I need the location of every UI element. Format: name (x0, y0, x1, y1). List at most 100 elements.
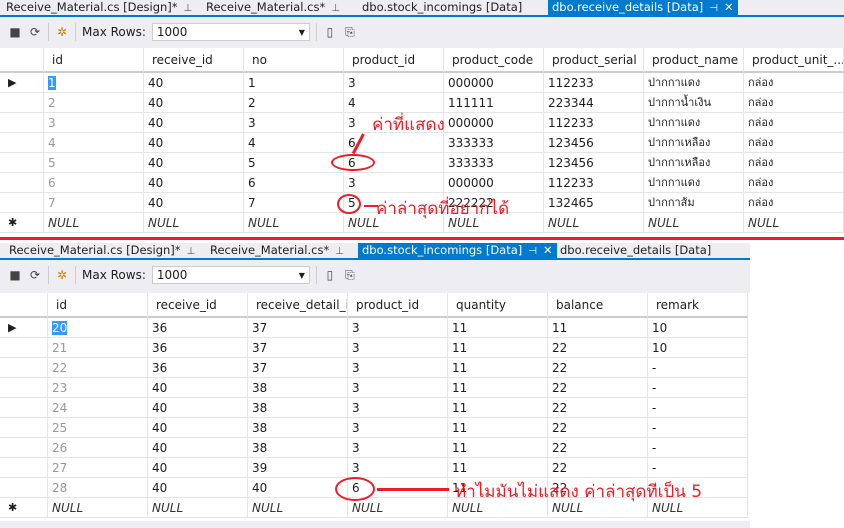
cell-product_name[interactable]: ปากกาส้ม (644, 193, 744, 213)
cell-remark[interactable]: 10 (648, 318, 748, 338)
cell-receive_id[interactable]: 40 (144, 153, 244, 173)
cell-id[interactable]: 2 (44, 93, 144, 113)
column-header-product_unit_[interactable]: product_unit_... (744, 48, 844, 73)
column-header-receive_id[interactable]: receive_id (148, 293, 248, 318)
cell-balance[interactable]: 22 (548, 358, 648, 378)
cell-id[interactable]: 23 (48, 378, 148, 398)
cell-product_serial[interactable]: 223344 (544, 93, 644, 113)
column-header-product_id[interactable]: product_id (348, 293, 448, 318)
cell-receive_detail_id[interactable]: NULL (248, 498, 348, 518)
cell-product_unit_[interactable]: กล่อง (744, 153, 844, 173)
cell-product_id[interactable]: 4 (344, 93, 444, 113)
cell-id[interactable]: 5 (44, 153, 144, 173)
cell-no[interactable]: 2 (244, 93, 344, 113)
cell-product_name[interactable]: ปากกาน้ำเงิน (644, 93, 744, 113)
cell-remark[interactable]: - (648, 398, 748, 418)
cell-receive_id[interactable]: 40 (144, 193, 244, 213)
cell-product_serial[interactable]: 112233 (544, 173, 644, 193)
cell-balance[interactable]: 22 (548, 458, 648, 478)
column-header-receive_detail_id[interactable]: receive_detail_id (248, 293, 348, 318)
cell-receive_id[interactable]: 40 (144, 133, 244, 153)
tab-receive-material-design[interactable]: Receive_Material.cs [Design]* ⊥ (5, 243, 199, 258)
cell-id[interactable]: 6 (44, 173, 144, 193)
cell-product_unit_[interactable]: กล่อง (744, 133, 844, 153)
cell-product_name[interactable]: ปากกาแดง (644, 113, 744, 133)
tab-stock-incomings[interactable]: dbo.stock_incomings [Data] ⊣ ✕ (358, 243, 557, 258)
cell-balance[interactable]: 22 (548, 438, 648, 458)
row-header-corner[interactable] (0, 293, 48, 318)
cell-quantity[interactable]: 11 (448, 358, 548, 378)
script-icon[interactable]: ▯ (323, 25, 337, 39)
execute-icon[interactable]: ✲ (55, 268, 69, 282)
cell-product_id[interactable]: 3 (348, 458, 448, 478)
cell-receive_detail_id[interactable]: 39 (248, 458, 348, 478)
tab-receive-material-cs[interactable]: Receive_Material.cs* ⊥ (206, 243, 348, 258)
cell-product_id[interactable]: 3 (348, 398, 448, 418)
cell-receive_id[interactable]: 36 (148, 318, 248, 338)
row-header-corner[interactable] (0, 48, 44, 73)
script-icon[interactable]: ▯ (323, 268, 337, 282)
cell-product_id[interactable]: 3 (348, 438, 448, 458)
pin-icon[interactable]: ⊥ (187, 246, 196, 257)
row-selector[interactable] (0, 338, 48, 358)
cell-product_name[interactable]: ปากกาเหลือง (644, 153, 744, 173)
cell-remark[interactable]: - (648, 458, 748, 478)
row-selector[interactable] (0, 173, 44, 193)
cell-product_code[interactable]: 000000 (444, 73, 544, 93)
close-icon[interactable]: ✕ (543, 243, 553, 257)
row-selector[interactable] (0, 478, 48, 498)
cell-product_unit_[interactable]: กล่อง (744, 113, 844, 133)
cell-product_serial[interactable]: 132465 (544, 193, 644, 213)
pin-icon[interactable]: ⊣ (709, 3, 718, 14)
cell-id[interactable]: 20 (48, 318, 148, 338)
cell-balance[interactable]: 22 (548, 338, 648, 358)
tab-stock-incomings[interactable]: dbo.stock_incomings [Data] (358, 0, 526, 15)
cell-receive_detail_id[interactable]: 37 (248, 338, 348, 358)
cell-product_code[interactable]: 333333 (444, 153, 544, 173)
cell-quantity[interactable]: 11 (448, 418, 548, 438)
cell-receive_id[interactable]: 40 (144, 113, 244, 133)
row-selector[interactable]: ▶ (0, 73, 44, 93)
row-selector[interactable] (0, 193, 44, 213)
cell-id[interactable]: 4 (44, 133, 144, 153)
stop-icon[interactable]: ■ (8, 25, 22, 39)
cell-balance[interactable]: 22 (548, 398, 648, 418)
cell-no[interactable]: 4 (244, 133, 344, 153)
column-header-quantity[interactable]: quantity (448, 293, 548, 318)
cell-product_id[interactable]: 3 (348, 418, 448, 438)
column-header-id[interactable]: id (44, 48, 144, 73)
cell-quantity[interactable]: 11 (448, 398, 548, 418)
cell-receive_id[interactable]: 40 (148, 418, 248, 438)
refresh-icon[interactable]: ⟳ (28, 25, 42, 39)
new-row-marker[interactable]: ✱ (0, 498, 48, 518)
cell-balance[interactable]: 11 (548, 318, 648, 338)
cell-id[interactable]: 28 (48, 478, 148, 498)
row-selector[interactable] (0, 93, 44, 113)
tab-receive-material-cs[interactable]: Receive_Material.cs* ⊥ (202, 0, 344, 15)
cell-product_unit_[interactable]: กล่อง (744, 93, 844, 113)
cell-product_id[interactable]: 3 (348, 338, 448, 358)
cell-id[interactable]: NULL (48, 498, 148, 518)
cell-id[interactable]: NULL (44, 213, 144, 233)
column-header-receive_id[interactable]: receive_id (144, 48, 244, 73)
cell-balance[interactable]: 22 (548, 378, 648, 398)
cell-product_id[interactable]: NULL (348, 498, 448, 518)
column-header-balance[interactable]: balance (548, 293, 648, 318)
cell-id[interactable]: 25 (48, 418, 148, 438)
cell-product_serial[interactable]: 112233 (544, 113, 644, 133)
cell-receive_id[interactable]: 40 (148, 478, 248, 498)
column-header-remark[interactable]: remark (648, 293, 748, 318)
cell-receive_id[interactable]: NULL (148, 498, 248, 518)
row-selector[interactable] (0, 458, 48, 478)
cell-product_code[interactable]: 000000 (444, 173, 544, 193)
cell-product_code[interactable]: 000000 (444, 113, 544, 133)
pin-icon[interactable]: ⊣ (528, 246, 537, 257)
cell-no[interactable]: 6 (244, 173, 344, 193)
cell-no[interactable]: 1 (244, 73, 344, 93)
cell-product_unit_[interactable]: NULL (744, 213, 844, 233)
cell-product_name[interactable]: ปากกาเหลือง (644, 133, 744, 153)
cell-quantity[interactable]: 11 (448, 458, 548, 478)
cell-receive_id[interactable]: 40 (148, 458, 248, 478)
cell-receive_detail_id[interactable]: 38 (248, 378, 348, 398)
column-header-product_name[interactable]: product_name (644, 48, 744, 73)
